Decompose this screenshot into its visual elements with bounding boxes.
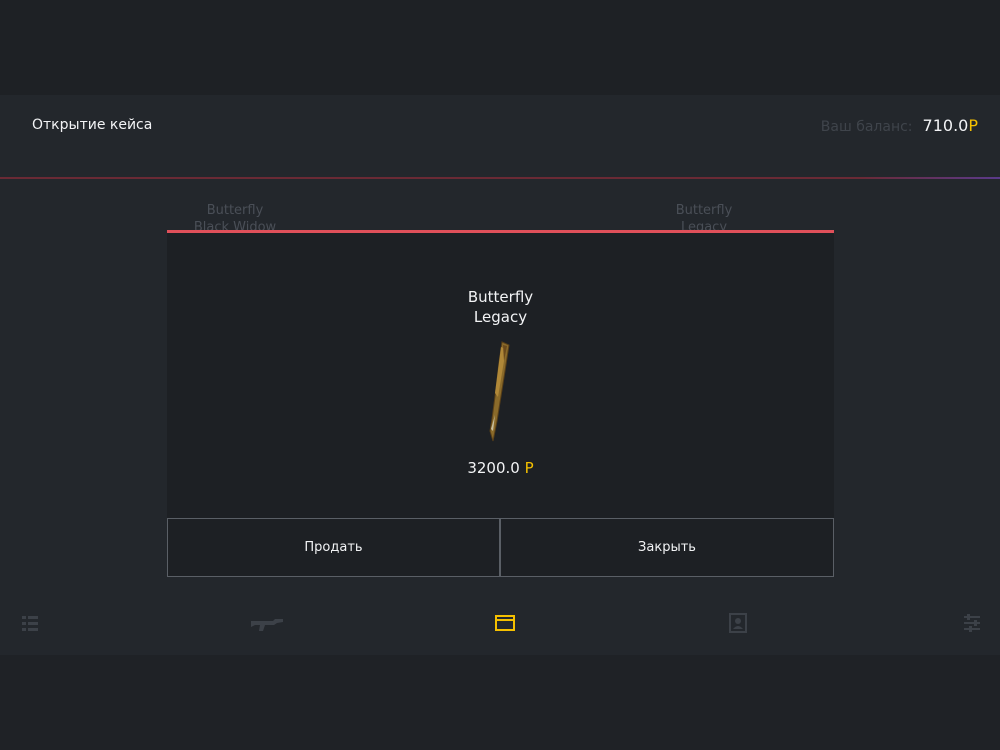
page-title: Открытие кейса (32, 117, 153, 133)
item-name-line2: Legacy (473, 308, 528, 326)
balance-value: 710.0 (922, 116, 969, 135)
case-icon[interactable] (494, 612, 516, 634)
item-price: 3200.0 Р (167, 459, 834, 477)
roulette-line (0, 177, 1000, 179)
top-band (0, 0, 1000, 95)
settings-list-icon[interactable] (961, 612, 983, 634)
list-icon[interactable] (19, 612, 41, 634)
item-price-value: 3200.0 (467, 459, 520, 477)
close-button[interactable]: Закрыть (500, 518, 834, 577)
bottom-band (0, 655, 1000, 750)
item-name: Butterfly Legacy (167, 287, 834, 327)
rifle-icon[interactable] (249, 612, 285, 634)
knife-image (489, 341, 510, 442)
roulette-item-name: Butterfly (675, 203, 733, 218)
balance-label: Ваш баланс: (820, 119, 913, 135)
currency-symbol: Р (524, 459, 534, 477)
item-name-line1: Butterfly (467, 288, 534, 306)
currency-symbol: Р (968, 116, 978, 135)
sell-button[interactable]: Продать (167, 518, 500, 577)
balance-amount: 710.0Р (923, 116, 978, 135)
drop-result-modal: Butterfly Legacy 3200.0 Р (167, 230, 834, 521)
profile-icon[interactable] (727, 612, 749, 634)
roulette-item-name: Butterfly (206, 203, 264, 218)
balance: Ваш баланс: 710.0Р (821, 116, 978, 135)
